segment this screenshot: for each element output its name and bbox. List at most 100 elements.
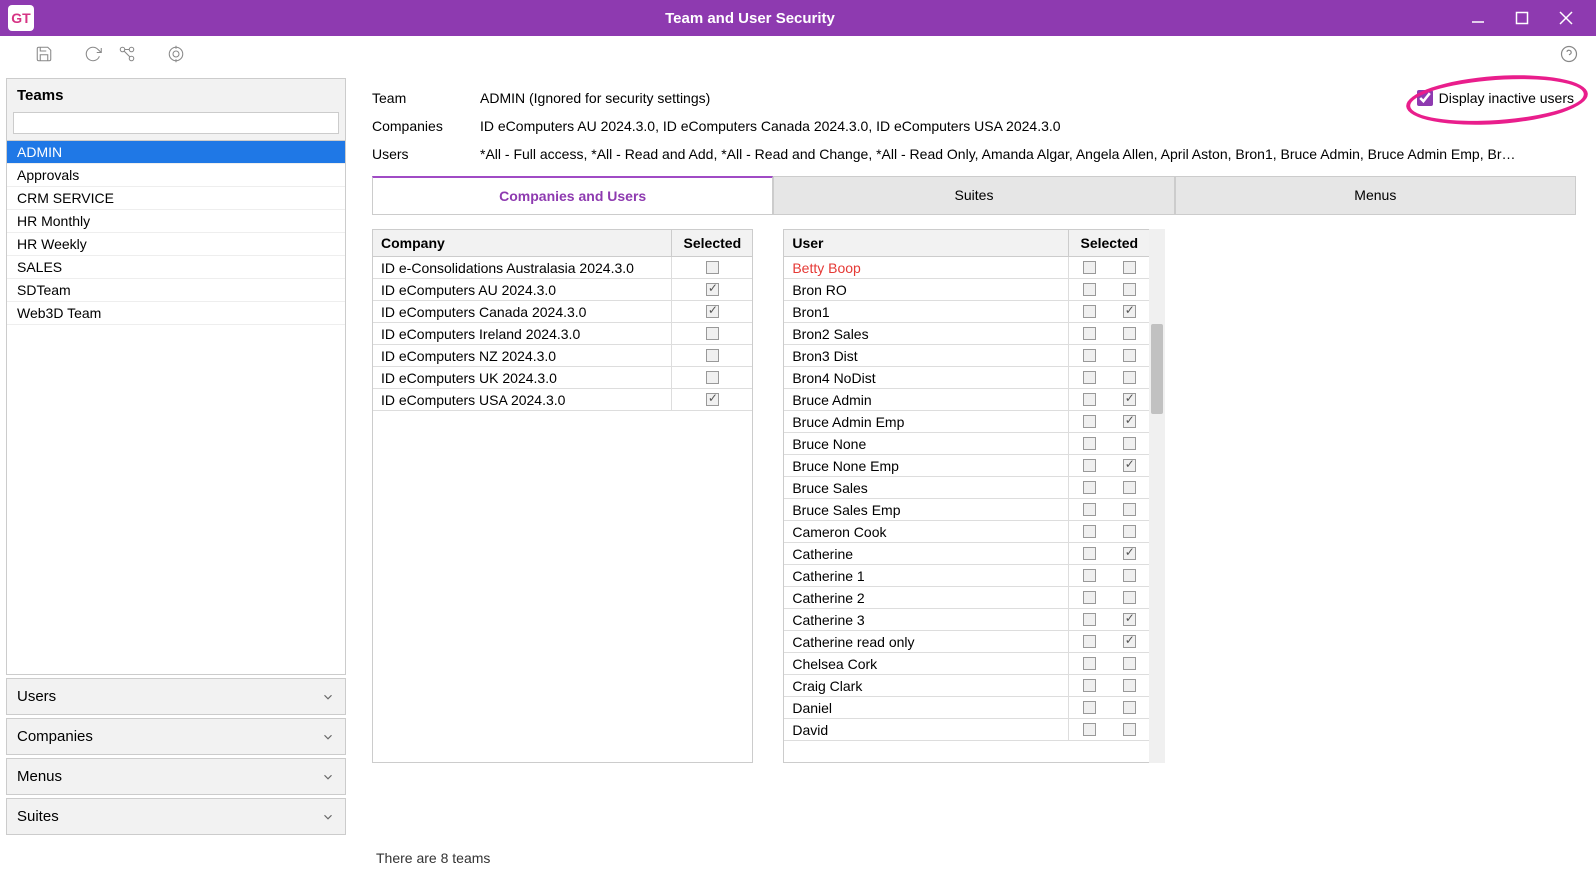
table-row[interactable]: Bron4 NoDist	[784, 367, 1149, 389]
table-row[interactable]: Catherine	[784, 543, 1149, 565]
table-row[interactable]: Bron RO	[784, 279, 1149, 301]
checkbox-icon[interactable]	[706, 327, 719, 340]
user-scrollbar[interactable]	[1149, 229, 1164, 763]
tab-suites[interactable]: Suites	[773, 176, 1174, 214]
team-item[interactable]: CRM SERVICE	[7, 187, 345, 210]
save-button[interactable]	[12, 37, 76, 71]
team-item[interactable]: SALES	[7, 256, 345, 279]
checkbox-icon[interactable]	[1123, 459, 1136, 472]
table-row[interactable]: Catherine 2	[784, 587, 1149, 609]
tab-companies-and-users[interactable]: Companies and Users	[372, 176, 773, 214]
checkbox-icon[interactable]	[706, 305, 719, 318]
team-item[interactable]: SDTeam	[7, 279, 345, 302]
checkbox-icon[interactable]	[1083, 261, 1096, 274]
checkbox-icon[interactable]	[1083, 635, 1096, 648]
team-item[interactable]: ADMIN	[7, 141, 345, 164]
collapsed-panel-menus[interactable]: Menus	[6, 758, 346, 795]
tab-menus[interactable]: Menus	[1175, 176, 1576, 214]
table-row[interactable]: ID eComputers USA 2024.3.0	[373, 389, 752, 411]
table-row[interactable]: Bron3 Dist	[784, 345, 1149, 367]
company-column-header[interactable]: Company	[373, 230, 672, 256]
table-row[interactable]: Cameron Cook	[784, 521, 1149, 543]
checkbox-icon[interactable]	[1083, 503, 1096, 516]
table-row[interactable]: Catherine read only	[784, 631, 1149, 653]
checkbox-icon[interactable]	[1083, 437, 1096, 450]
checkbox-icon[interactable]	[1123, 503, 1136, 516]
close-button[interactable]	[1544, 3, 1588, 33]
target-button[interactable]	[144, 37, 208, 71]
table-row[interactable]: ID e-Consolidations Australasia 2024.3.0	[373, 257, 752, 279]
checkbox-icon[interactable]	[1123, 635, 1136, 648]
table-row[interactable]: Daniel	[784, 697, 1149, 719]
checkbox-icon[interactable]	[1083, 657, 1096, 670]
refresh-button[interactable]	[76, 37, 110, 71]
checkbox-icon[interactable]	[1123, 371, 1136, 384]
company-selected-header[interactable]: Selected	[672, 230, 752, 256]
checkbox-icon[interactable]	[1123, 415, 1136, 428]
checkbox-icon[interactable]	[1083, 525, 1096, 538]
checkbox-icon[interactable]	[1083, 591, 1096, 604]
table-row[interactable]: ID eComputers Ireland 2024.3.0	[373, 323, 752, 345]
table-row[interactable]: Bruce Sales Emp	[784, 499, 1149, 521]
checkbox-icon[interactable]	[1123, 525, 1136, 538]
collapsed-panel-suites[interactable]: Suites	[6, 798, 346, 835]
team-item[interactable]: Web3D Team	[7, 302, 345, 325]
checkbox-icon[interactable]	[1123, 305, 1136, 318]
table-row[interactable]: ID eComputers AU 2024.3.0	[373, 279, 752, 301]
checkbox-icon[interactable]	[1083, 327, 1096, 340]
table-row[interactable]: Chelsea Cork	[784, 653, 1149, 675]
checkbox-icon[interactable]	[1083, 701, 1096, 714]
user-selected-header[interactable]: Selected	[1069, 230, 1149, 256]
checkbox-icon[interactable]	[706, 283, 719, 296]
team-item[interactable]: HR Monthly	[7, 210, 345, 233]
checkbox-icon[interactable]	[1123, 723, 1136, 736]
table-row[interactable]: Craig Clark	[784, 675, 1149, 697]
checkbox-icon[interactable]	[1123, 679, 1136, 692]
teams-search-input[interactable]	[13, 112, 339, 134]
collapsed-panel-companies[interactable]: Companies	[6, 718, 346, 755]
checkbox-icon[interactable]	[706, 371, 719, 384]
help-button[interactable]	[1554, 39, 1584, 69]
table-row[interactable]: Betty Boop	[784, 257, 1149, 279]
checkbox-icon[interactable]	[1083, 305, 1096, 318]
table-row[interactable]: Bruce None	[784, 433, 1149, 455]
table-row[interactable]: ID eComputers NZ 2024.3.0	[373, 345, 752, 367]
table-row[interactable]: ID eComputers Canada 2024.3.0	[373, 301, 752, 323]
checkbox-icon[interactable]	[1083, 393, 1096, 406]
checkbox-icon[interactable]	[1123, 327, 1136, 340]
checkbox-icon[interactable]	[1083, 679, 1096, 692]
checkbox-icon[interactable]	[1123, 283, 1136, 296]
table-row[interactable]: Bruce None Emp	[784, 455, 1149, 477]
checkbox-icon[interactable]	[1123, 437, 1136, 450]
table-row[interactable]: Bron1	[784, 301, 1149, 323]
checkbox-icon[interactable]	[1083, 613, 1096, 626]
checkbox-icon[interactable]	[706, 261, 719, 274]
checkbox-icon[interactable]	[1123, 349, 1136, 362]
team-item[interactable]: Approvals	[7, 164, 345, 187]
checkbox-icon[interactable]	[1083, 723, 1096, 736]
checkbox-icon[interactable]	[1123, 569, 1136, 582]
table-row[interactable]: Catherine 1	[784, 565, 1149, 587]
checkbox-icon[interactable]	[1123, 591, 1136, 604]
checkbox-icon[interactable]	[1083, 415, 1096, 428]
checkbox-icon[interactable]	[706, 393, 719, 406]
checkbox-icon[interactable]	[1123, 657, 1136, 670]
table-row[interactable]: ID eComputers UK 2024.3.0	[373, 367, 752, 389]
table-row[interactable]: Bron2 Sales	[784, 323, 1149, 345]
checkbox-icon[interactable]	[1123, 393, 1136, 406]
checkbox-icon[interactable]	[1083, 569, 1096, 582]
checkbox-icon[interactable]	[1083, 547, 1096, 560]
checkbox-icon[interactable]	[1123, 701, 1136, 714]
checkbox-icon[interactable]	[1123, 547, 1136, 560]
table-row[interactable]: Catherine 3	[784, 609, 1149, 631]
table-row[interactable]: Bruce Sales	[784, 477, 1149, 499]
nodes-button[interactable]	[110, 37, 144, 71]
checkbox-icon[interactable]	[706, 349, 719, 362]
checkbox-icon[interactable]	[1123, 481, 1136, 494]
table-row[interactable]: Bruce Admin	[784, 389, 1149, 411]
user-column-header[interactable]: User	[784, 230, 1069, 256]
checkbox-icon[interactable]	[1083, 371, 1096, 384]
minimize-button[interactable]	[1456, 3, 1500, 33]
checkbox-icon[interactable]	[1123, 261, 1136, 274]
maximize-button[interactable]	[1500, 3, 1544, 33]
